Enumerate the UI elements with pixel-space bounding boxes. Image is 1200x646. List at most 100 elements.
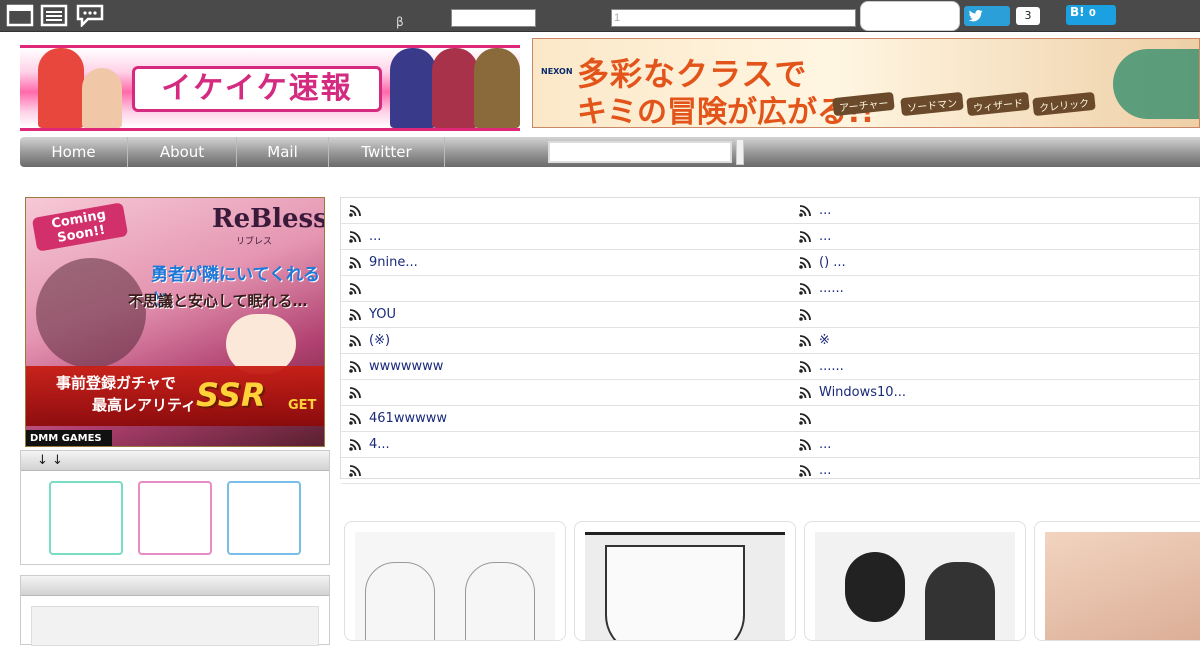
toolbar-search-input[interactable]	[611, 9, 856, 27]
rss-row: ......	[341, 276, 1200, 302]
nav-mail[interactable]: Mail	[237, 137, 329, 167]
ad-class-tag: ウィザード	[966, 91, 1030, 117]
rss-row: 461wwwww	[341, 406, 1200, 432]
rss-row: ...	[341, 198, 1200, 224]
rss-entry[interactable]: ...	[791, 458, 1200, 484]
comment-icon[interactable]	[76, 3, 104, 29]
rss-feed-icon	[799, 231, 811, 243]
rss-entry[interactable]	[341, 458, 771, 484]
share-button-1[interactable]	[49, 481, 123, 555]
rss-entry[interactable]: ...	[791, 198, 1200, 224]
site-logo[interactable]: イケイケ速報	[20, 45, 520, 131]
twitter-share-count: 3	[1016, 7, 1040, 25]
rss-entry[interactable]: () ...	[791, 250, 1200, 276]
rss-row: 9nine... () ...	[341, 250, 1200, 276]
nav-about[interactable]: About	[128, 137, 237, 167]
sidebar-widget-image[interactable]	[31, 606, 319, 646]
rss-entry[interactable]: wwwwwww	[341, 354, 771, 380]
article-thumbnail[interactable]	[574, 521, 796, 641]
sidebar-widget-title	[21, 576, 329, 596]
rss-feed-table: ......... 9nine... () ......... YOU (※) ※ wwww…	[340, 197, 1200, 484]
rss-row: (※) ※	[341, 328, 1200, 354]
article-thumbnail[interactable]	[1034, 521, 1200, 641]
rss-feed-icon	[799, 309, 811, 321]
ad-character-art	[36, 258, 146, 368]
thumbnail-image	[1045, 532, 1200, 640]
rss-entry[interactable]: ...	[791, 432, 1200, 458]
twitter-share-button[interactable]	[964, 6, 1010, 26]
rss-entry[interactable]: 9nine...	[341, 250, 771, 276]
rss-entry-link[interactable]: 9nine...	[369, 255, 418, 270]
ad-character-art	[226, 314, 296, 374]
rss-entry-link[interactable]: 4...	[369, 437, 390, 452]
rss-entry[interactable]	[341, 276, 771, 302]
rss-entry[interactable]: 461wwwww	[341, 406, 771, 432]
rss-entry[interactable]	[791, 406, 1200, 432]
rss-entry-link[interactable]: ...	[819, 437, 831, 452]
ad-copy-line2: 不思議と安心して眠れる…	[128, 292, 308, 310]
rss-entry[interactable]: Windows10...	[791, 380, 1200, 406]
rss-feed-icon	[349, 309, 361, 321]
rss-entry-link[interactable]: ...	[819, 463, 831, 478]
rss-entry[interactable]: ......	[791, 276, 1200, 302]
rss-entry-link[interactable]: Windows10...	[819, 385, 906, 400]
list-icon[interactable]	[40, 3, 68, 27]
rss-entry-link[interactable]: ......	[819, 359, 844, 374]
rss-entry[interactable]: YOU	[341, 302, 771, 328]
rss-feed-icon	[799, 335, 811, 347]
rss-entry[interactable]: 4...	[341, 432, 771, 458]
rss-entry-link[interactable]: () ...	[819, 255, 846, 270]
rss-entry-link[interactable]: ...	[819, 229, 831, 244]
sidebar-game-ad[interactable]: Coming Soon!! ReBless リブレス 勇者が隣にいてくれると、 …	[25, 197, 325, 447]
rss-entry-link[interactable]: ※	[819, 333, 830, 348]
ad-coming-soon-badge: Coming Soon!!	[31, 202, 129, 252]
top-toolbar: β 3 B! 0	[0, 0, 1200, 32]
logo-character	[38, 48, 84, 128]
toolbar-rounded-field[interactable]	[860, 1, 960, 31]
rss-feed-icon	[349, 257, 361, 269]
header-banner-ad[interactable]: NEXON 多彩なクラスで キミの冒険が広がる!! アーチャー ソードマン ウィ…	[532, 38, 1200, 128]
site-search-input[interactable]	[548, 141, 732, 163]
sidebar-widget	[20, 575, 330, 646]
site-search-button[interactable]	[736, 139, 744, 165]
share-widget: ↓ ↓	[20, 450, 330, 565]
rss-entry[interactable]	[341, 380, 771, 406]
rss-entry[interactable]: ...	[341, 224, 771, 250]
article-thumbnail[interactable]	[804, 521, 1026, 641]
logo-character	[390, 48, 436, 128]
article-thumbnail[interactable]	[344, 521, 566, 641]
nav-twitter[interactable]: Twitter	[329, 137, 445, 167]
rss-entry-link[interactable]: 461wwwww	[369, 411, 447, 426]
rss-entry[interactable]: (※)	[341, 328, 771, 354]
logo-character	[474, 48, 520, 128]
rss-entry-link[interactable]: YOU	[369, 307, 396, 322]
ad-cta-line2: 最高レアリティ	[92, 396, 197, 414]
rss-entry[interactable]: ※	[791, 328, 1200, 354]
rss-entry-link[interactable]: ...	[369, 229, 381, 244]
toolbar-small-input[interactable]	[451, 9, 536, 27]
rss-entry[interactable]: ...	[791, 224, 1200, 250]
rss-entry[interactable]: ......	[791, 354, 1200, 380]
ad-brand-logo: NEXON	[541, 67, 573, 76]
rss-entry-link[interactable]: (※)	[369, 333, 390, 348]
share-button-3[interactable]	[227, 481, 301, 555]
nav-home[interactable]: Home	[20, 137, 128, 167]
rss-entry-link[interactable]: wwwwwww	[369, 359, 443, 374]
share-button-2[interactable]	[138, 481, 212, 555]
window-icon[interactable]	[6, 3, 34, 27]
twitter-bird-icon	[968, 10, 983, 22]
rss-entry-link[interactable]: ......	[819, 281, 844, 296]
rss-entry[interactable]	[341, 198, 771, 224]
thumbnail-image	[355, 532, 555, 640]
rss-feed-icon	[349, 283, 361, 295]
rss-row: wwwwwww......	[341, 354, 1200, 380]
rss-entry-link[interactable]: ...	[819, 203, 831, 218]
rss-feed-icon	[349, 361, 361, 373]
rss-feed-icon	[799, 257, 811, 269]
hatena-bookmark-button[interactable]: B! 0	[1066, 5, 1116, 25]
rss-entry[interactable]	[791, 302, 1200, 328]
logo-title: イケイケ速報	[132, 66, 382, 112]
logo-character	[82, 68, 122, 128]
rss-feed-icon	[349, 413, 361, 425]
ad-cta-line1: 事前登録ガチャで	[56, 374, 176, 392]
